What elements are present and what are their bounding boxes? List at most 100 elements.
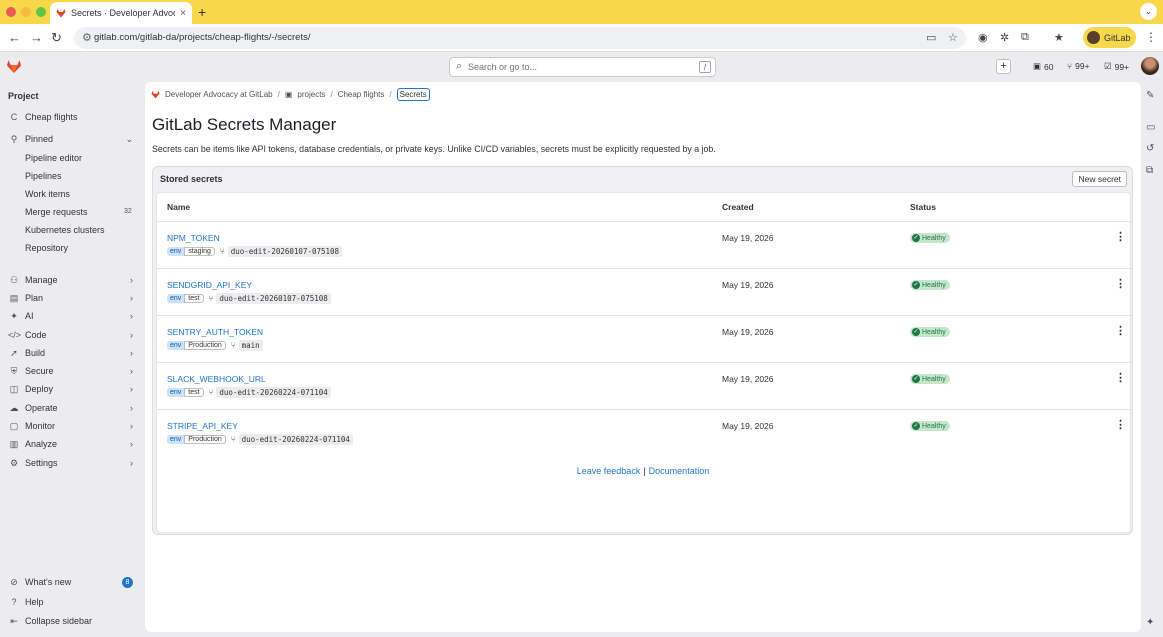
gitlab-logo-icon[interactable] bbox=[6, 58, 22, 74]
address-url: gitlab.com/gitlab-da/projects/cheap-flig… bbox=[94, 32, 311, 43]
sidebar-item-label: Settings bbox=[25, 458, 58, 468]
chevron-right-icon: › bbox=[130, 348, 133, 358]
sidebar-whats-new[interactable]: ⊘ What's new 8 bbox=[0, 573, 143, 591]
documentation-link[interactable]: Documentation bbox=[649, 466, 710, 476]
secret-tags: env staging ⑂ duo-edit-20260107-075108 bbox=[167, 246, 343, 257]
breadcrumb-separator: / bbox=[277, 90, 280, 99]
sidebar-item-analyze[interactable]: ▥ Analyze › bbox=[0, 435, 143, 453]
breadcrumb: Developer Advocacy at GitLab / ▣ project… bbox=[151, 88, 430, 101]
address-bar[interactable]: ⚙ gitlab.com/gitlab-da/projects/cheap-fl… bbox=[74, 27, 966, 49]
row-actions-kebab-icon[interactable]: ⋮ bbox=[1115, 371, 1126, 384]
check-circle-icon: ✓ bbox=[912, 422, 920, 430]
todos-counter[interactable]: ☑ 99+ bbox=[1104, 61, 1129, 72]
sidebar-item-pipeline-editor[interactable]: Pipeline editor bbox=[25, 153, 82, 163]
sidebar-item-settings[interactable]: ⚙ Settings › bbox=[0, 454, 143, 472]
created-date: May 19, 2026 bbox=[722, 327, 774, 337]
sidebar-item-operate[interactable]: ☁ Operate › bbox=[0, 399, 143, 417]
sidebar-item-monitor[interactable]: ▢ Monitor › bbox=[0, 417, 143, 435]
project-sidebar: Project C Cheap flights ⚲ Pinned ⌄ Pipel… bbox=[0, 82, 143, 637]
secret-name-link[interactable]: SENDGRID_API_KEY bbox=[167, 280, 252, 290]
tab-search-icon[interactable]: ⌄ bbox=[1140, 3, 1157, 20]
breadcrumb-current[interactable]: Secrets bbox=[396, 88, 430, 101]
card-title: Stored secrets bbox=[160, 174, 223, 184]
env-value: Production bbox=[184, 341, 226, 350]
copy-icon[interactable]: ⧉ bbox=[1146, 165, 1153, 176]
reload-icon[interactable]: ↻ bbox=[51, 30, 62, 46]
secret-name-link[interactable]: SLACK_WEBHOOK_URL bbox=[167, 374, 266, 384]
chevron-right-icon: › bbox=[130, 458, 133, 468]
search-icon: ⌕ bbox=[456, 60, 463, 72]
sidebar-item-build[interactable]: ➚ Build › bbox=[0, 344, 143, 362]
user-avatar[interactable] bbox=[1141, 57, 1159, 75]
settings-extension-icon[interactable]: ✲ bbox=[1000, 31, 1009, 44]
history-icon[interactable]: ↺ bbox=[1146, 143, 1154, 154]
bookmark-star-icon[interactable]: ☆ bbox=[948, 31, 958, 44]
browser-profile-button[interactable]: GitLab bbox=[1083, 27, 1136, 48]
chevron-right-icon: › bbox=[130, 330, 133, 340]
status-badge: ✓ Healthy bbox=[910, 374, 950, 384]
breadcrumb-group[interactable]: Developer Advocacy at GitLab bbox=[165, 90, 273, 99]
sidebar-item-secure[interactable]: ⛨ Secure › bbox=[0, 362, 143, 380]
group-gitlab-icon bbox=[151, 90, 160, 99]
sidebar-item-ai[interactable]: ✦ AI › bbox=[0, 307, 143, 325]
project-avatar-icon: C bbox=[10, 112, 18, 122]
sidebar-pinned-toggle[interactable]: ⚲ Pinned ⌄ bbox=[0, 130, 143, 148]
sidebar-project-link[interactable]: C Cheap flights bbox=[0, 108, 143, 126]
browser-menu-icon[interactable]: ⋮ bbox=[1145, 30, 1157, 44]
sidebar-item-plan[interactable]: ▤ Plan › bbox=[0, 289, 143, 307]
table-row: NPM_TOKEN env staging ⑂ duo-edit-2026010… bbox=[157, 221, 1132, 268]
merge-requests-counter[interactable]: ⑂ 99+ bbox=[1067, 61, 1090, 71]
cast-icon[interactable]: ▭ bbox=[926, 31, 936, 44]
page-footer-links: Leave feedback | Documentation bbox=[145, 466, 1141, 476]
branch-icon: ⑂ bbox=[208, 294, 214, 303]
edit-icon[interactable]: ✎ bbox=[1146, 90, 1154, 101]
breadcrumb-project[interactable]: Cheap flights bbox=[338, 90, 385, 99]
issues-counter[interactable]: ▣ 60 bbox=[1033, 61, 1054, 72]
close-window-button[interactable] bbox=[6, 7, 16, 17]
breadcrumb-subgroup[interactable]: projects bbox=[297, 90, 325, 99]
secret-name-link[interactable]: SENTRY_AUTH_TOKEN bbox=[167, 327, 263, 337]
row-actions-kebab-icon[interactable]: ⋮ bbox=[1115, 277, 1126, 290]
minimize-window-button[interactable] bbox=[21, 7, 31, 17]
issues-count: 60 bbox=[1044, 61, 1054, 72]
extensions-puzzle-icon[interactable]: ⧉ bbox=[1021, 31, 1029, 44]
sidebar-item-repository[interactable]: Repository bbox=[25, 243, 68, 253]
todos-count: 99+ bbox=[1114, 61, 1130, 72]
chevron-right-icon: › bbox=[130, 421, 133, 431]
sidebar-help[interactable]: ? Help bbox=[0, 593, 143, 611]
row-actions-kebab-icon[interactable]: ⋮ bbox=[1115, 418, 1126, 431]
compass-icon: ⊘ bbox=[10, 576, 18, 587]
sidebar-item-pipelines[interactable]: Pipelines bbox=[25, 171, 62, 181]
secret-name-link[interactable]: NPM_TOKEN bbox=[167, 233, 220, 243]
browser-tab[interactable]: Secrets · Developer Advocacy × bbox=[50, 2, 192, 24]
sidebar-item-manage[interactable]: ⚇ Manage › bbox=[0, 271, 143, 289]
maximize-window-button[interactable] bbox=[36, 7, 46, 17]
sidebar-item-code[interactable]: </> Code › bbox=[0, 326, 143, 344]
main-content: Developer Advocacy at GitLab / ▣ project… bbox=[145, 82, 1141, 632]
sidebar-collapse[interactable]: ⇤ Collapse sidebar bbox=[0, 612, 143, 630]
leave-feedback-link[interactable]: Leave feedback bbox=[577, 466, 641, 476]
global-search-input[interactable]: ⌕ Search or go to... / bbox=[449, 57, 716, 77]
back-arrow-icon[interactable]: ← bbox=[8, 30, 21, 45]
sidebar-item-kubernetes-clusters[interactable]: Kubernetes clusters bbox=[25, 225, 105, 235]
table-row: SENDGRID_API_KEY env test ⑂ duo-edit-202… bbox=[157, 268, 1132, 315]
new-secret-button[interactable]: New secret bbox=[1072, 171, 1127, 187]
sidebar-item-merge-requests[interactable]: Merge requests bbox=[25, 207, 88, 217]
chat-icon[interactable]: ▭ bbox=[1146, 122, 1155, 133]
sidebar-item-deploy[interactable]: ◫ Deploy › bbox=[0, 380, 143, 398]
create-new-button[interactable]: + bbox=[996, 59, 1011, 74]
row-actions-kebab-icon[interactable]: ⋮ bbox=[1115, 324, 1126, 337]
row-actions-kebab-icon[interactable]: ⋮ bbox=[1115, 230, 1126, 243]
extension-icon[interactable]: ◉ bbox=[978, 31, 988, 44]
forward-arrow-icon[interactable]: → bbox=[30, 30, 43, 45]
tab-close-icon[interactable]: × bbox=[180, 8, 186, 19]
branch-name: duo-edit-20260224-071104 bbox=[238, 434, 353, 445]
sidebar-item-work-items[interactable]: Work items bbox=[25, 189, 70, 199]
duo-chat-icon[interactable]: ✦ bbox=[1146, 617, 1154, 628]
new-tab-button[interactable]: + bbox=[198, 4, 206, 20]
site-settings-icon[interactable]: ⚙ bbox=[82, 31, 92, 44]
chevron-right-icon: › bbox=[130, 439, 133, 449]
bookmarks-icon[interactable]: ★ bbox=[1054, 31, 1064, 44]
env-value: Production bbox=[184, 435, 226, 444]
secret-name-link[interactable]: STRIPE_API_KEY bbox=[167, 421, 238, 431]
